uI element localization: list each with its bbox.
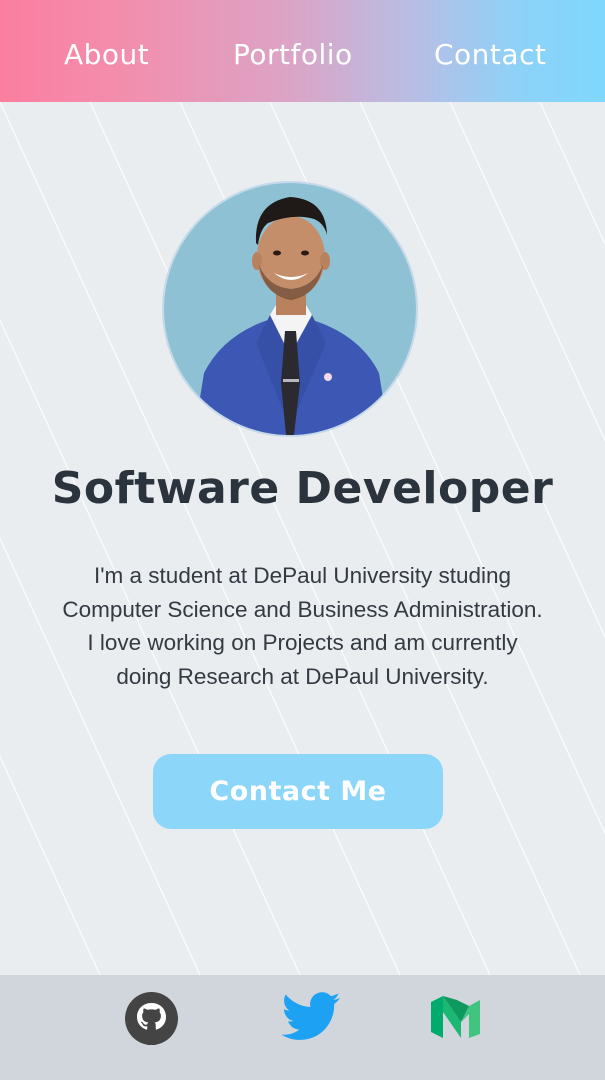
bio-line: Computer Science and Business Administra… bbox=[62, 596, 543, 622]
nav-contact-link[interactable]: Contact bbox=[434, 38, 546, 71]
bio-line: doing Research at DePaul University. bbox=[116, 663, 489, 689]
medium-icon bbox=[431, 996, 480, 1038]
github-link[interactable] bbox=[125, 992, 178, 1049]
profile-photo-icon bbox=[164, 183, 416, 435]
profile-avatar bbox=[164, 183, 416, 435]
bio-line: I'm a student at DePaul University studi… bbox=[94, 563, 511, 588]
medium-link[interactable] bbox=[431, 996, 481, 1042]
social-footer bbox=[0, 975, 605, 1080]
hero-bio: I'm a student at DePaul University studi… bbox=[42, 559, 563, 693]
hero-title: Software Developer bbox=[51, 463, 554, 514]
contact-me-button[interactable]: Contact Me bbox=[153, 754, 443, 829]
github-icon bbox=[125, 992, 178, 1045]
nav-about-link[interactable]: About bbox=[64, 38, 149, 71]
twitter-icon bbox=[281, 992, 340, 1040]
nav-portfolio-link[interactable]: Portfolio bbox=[233, 38, 353, 71]
top-nav: About Portfolio Contact bbox=[0, 0, 605, 102]
bio-line: I love working on Projects and am curren… bbox=[87, 630, 518, 655]
twitter-link[interactable] bbox=[281, 992, 342, 1046]
